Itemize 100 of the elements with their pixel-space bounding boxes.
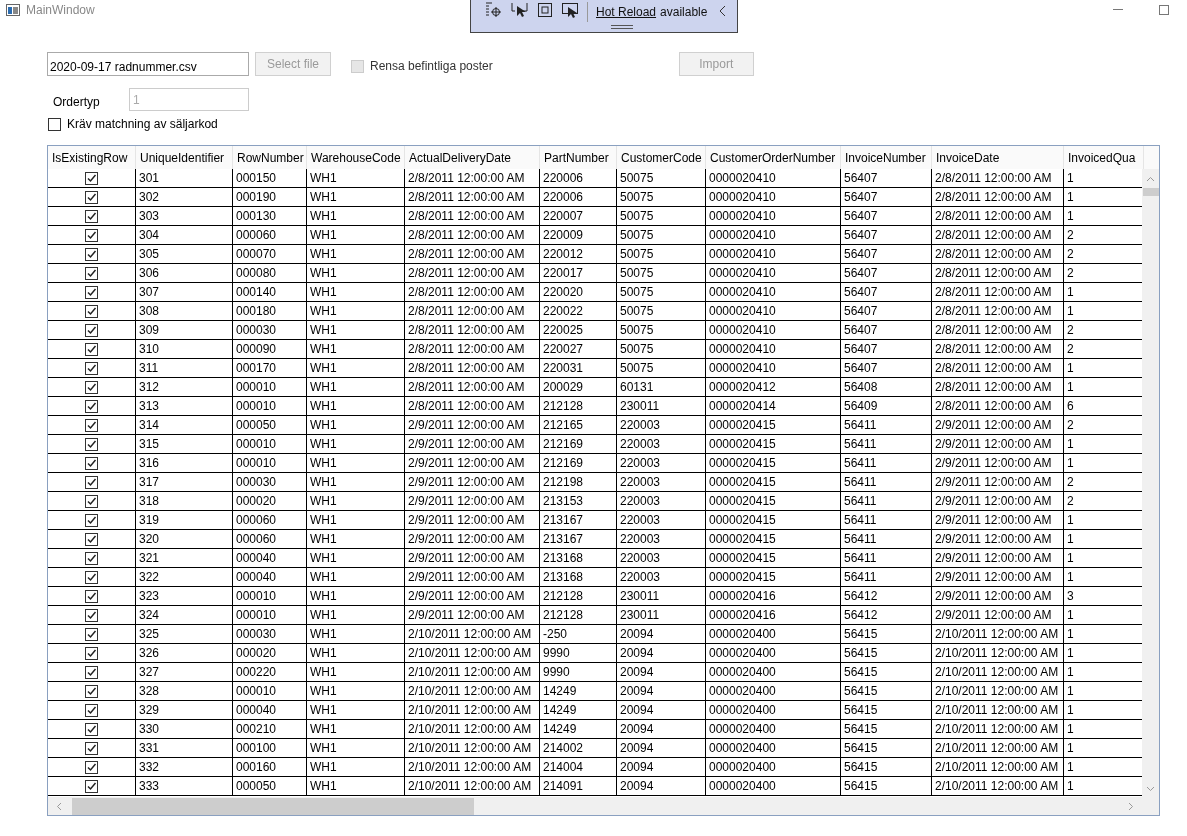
- table-cell: 308: [136, 302, 233, 320]
- checkbox[interactable]: [85, 361, 98, 375]
- table-cell: 56411: [841, 511, 932, 529]
- checkbox[interactable]: [85, 228, 98, 242]
- app-icon: [6, 4, 20, 16]
- hot-reload-link[interactable]: Hot Reload: [596, 3, 657, 21]
- table-cell: WH1: [307, 549, 405, 567]
- drag-handle-icon[interactable]: [610, 25, 633, 29]
- checkbox[interactable]: [85, 551, 98, 565]
- table-cell: 2/9/2011 12:00:00 AM: [932, 454, 1064, 472]
- table-cell: 000010: [233, 606, 307, 624]
- checkbox[interactable]: [85, 247, 98, 261]
- table-cell: 214091: [540, 777, 617, 795]
- inspect-icon[interactable]: [485, 2, 503, 18]
- checkbox[interactable]: [85, 171, 98, 185]
- column-header[interactable]: CustomerCode: [617, 146, 706, 169]
- table-cell: 50075: [617, 359, 706, 377]
- table-cell: 0000020410: [706, 321, 841, 339]
- vertical-scrollbar[interactable]: [1142, 169, 1159, 797]
- table-cell: 213167: [540, 530, 617, 548]
- checkbox[interactable]: [85, 760, 98, 774]
- table-cell: WH1: [307, 302, 405, 320]
- checkbox[interactable]: [85, 646, 98, 660]
- checkbox[interactable]: [85, 494, 98, 508]
- table-cell: WH1: [307, 587, 405, 605]
- table-cell: 56415: [841, 663, 932, 681]
- table-cell: 50075: [617, 245, 706, 263]
- table-cell: 220006: [540, 169, 617, 187]
- table-cell: 000060: [233, 226, 307, 244]
- scroll-thumb[interactable]: [72, 797, 474, 815]
- checkbox[interactable]: [85, 741, 98, 755]
- checkbox[interactable]: [85, 437, 98, 451]
- square-icon[interactable]: [537, 2, 553, 18]
- table-cell: 000190: [233, 188, 307, 206]
- pointer-icon[interactable]: [511, 2, 529, 18]
- checkbox[interactable]: [85, 380, 98, 394]
- checkbox[interactable]: [85, 323, 98, 337]
- horizontal-scrollbar[interactable]: [48, 797, 1159, 815]
- checkbox[interactable]: [85, 399, 98, 413]
- checkbox[interactable]: [85, 266, 98, 280]
- column-header[interactable]: IsExistingRow: [48, 146, 136, 169]
- column-header[interactable]: WarehouseCode: [307, 146, 405, 169]
- table-cell: 230011: [617, 606, 706, 624]
- column-header[interactable]: InvoiceNumber: [841, 146, 932, 169]
- table-cell: 307: [136, 283, 233, 301]
- checkbox[interactable]: [85, 456, 98, 470]
- checkbox[interactable]: [85, 475, 98, 489]
- checkbox[interactable]: [85, 703, 98, 717]
- table-cell: 213153: [540, 492, 617, 510]
- column-header[interactable]: RowNumber: [233, 146, 307, 169]
- checkbox[interactable]: [85, 665, 98, 679]
- checkbox[interactable]: [85, 608, 98, 622]
- table-cell: 0000020400: [706, 663, 841, 681]
- checkbox[interactable]: [85, 532, 98, 546]
- checkbox[interactable]: [85, 513, 98, 527]
- column-header[interactable]: PartNumber: [540, 146, 617, 169]
- checkbox[interactable]: [85, 779, 98, 793]
- checkbox[interactable]: [85, 570, 98, 584]
- checkbox[interactable]: [85, 418, 98, 432]
- table-cell: 0000020415: [706, 435, 841, 453]
- screen-pointer-icon[interactable]: [561, 2, 579, 18]
- table-cell: 000210: [233, 720, 307, 738]
- table-cell: 56415: [841, 701, 932, 719]
- checkbox[interactable]: [85, 342, 98, 356]
- table-cell: 2/10/2011 12:00:00 AM: [405, 701, 540, 719]
- table-cell: 323: [136, 587, 233, 605]
- chevron-left-icon[interactable]: [719, 5, 728, 17]
- table-cell: 230011: [617, 397, 706, 415]
- table-cell: 000010: [233, 682, 307, 700]
- checkbox[interactable]: [85, 209, 98, 223]
- table-cell: WH1: [307, 416, 405, 434]
- table-cell: 2/10/2011 12:00:00 AM: [932, 663, 1064, 681]
- file-path-field[interactable]: 2020-09-17 radnummer.csv: [47, 52, 249, 76]
- checkbox[interactable]: [85, 684, 98, 698]
- table-cell: 314: [136, 416, 233, 434]
- checkbox[interactable]: [85, 190, 98, 204]
- table-cell: 2/8/2011 12:00:00 AM: [405, 302, 540, 320]
- table-cell: 2/10/2011 12:00:00 AM: [405, 720, 540, 738]
- table-cell: 56411: [841, 492, 932, 510]
- checkbox[interactable]: [85, 722, 98, 736]
- table-cell: WH1: [307, 606, 405, 624]
- table-cell: 0000020410: [706, 302, 841, 320]
- column-header[interactable]: CustomerOrderNumber: [706, 146, 841, 169]
- table-cell: 2/9/2011 12:00:00 AM: [405, 587, 540, 605]
- table-cell: 000050: [233, 777, 307, 795]
- checkbox[interactable]: [85, 285, 98, 299]
- table-cell: 000160: [233, 758, 307, 776]
- scroll-thumb[interactable]: [1142, 188, 1159, 196]
- checkbox[interactable]: [85, 627, 98, 641]
- table-cell: 305: [136, 245, 233, 263]
- column-header[interactable]: UniqueIdentifier: [136, 146, 233, 169]
- checkbox[interactable]: [85, 589, 98, 603]
- column-header[interactable]: ActualDeliveryDate: [405, 146, 540, 169]
- table-cell: WH1: [307, 454, 405, 472]
- table-cell: 000040: [233, 701, 307, 719]
- checkbox[interactable]: [85, 304, 98, 318]
- checkbox[interactable]: [48, 117, 61, 131]
- table-cell: 0000020415: [706, 549, 841, 567]
- table-cell: 0000020400: [706, 682, 841, 700]
- column-header[interactable]: InvoiceDate: [932, 146, 1064, 169]
